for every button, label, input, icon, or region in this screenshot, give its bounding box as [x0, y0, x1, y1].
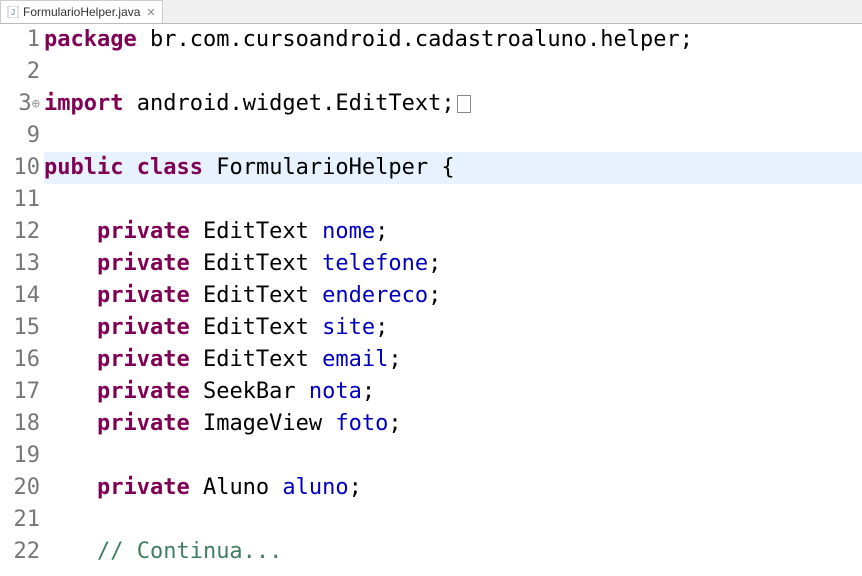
- code-line[interactable]: private SeekBar nota;: [44, 376, 862, 408]
- line-number: 22: [0, 536, 40, 568]
- code-line[interactable]: private Aluno aluno;: [44, 472, 862, 504]
- line-number: 11: [0, 184, 40, 216]
- close-icon[interactable]: ✕: [146, 6, 155, 19]
- code-line[interactable]: package br.com.cursoandroid.cadastroalun…: [44, 24, 862, 56]
- code-line[interactable]: private ImageView foto;: [44, 408, 862, 440]
- tab-filename: FormularioHelper.java: [23, 5, 140, 19]
- code-line[interactable]: [44, 440, 862, 472]
- code-line[interactable]: // Continua...: [44, 536, 862, 568]
- line-number: 16: [0, 344, 40, 376]
- fold-marker-icon[interactable]: ⊕: [32, 88, 40, 120]
- line-number: 10: [0, 152, 40, 184]
- code-line[interactable]: [44, 120, 862, 152]
- line-number-gutter: 1 2 3⊕ 9 10 11 12 13 14 15 16 17 18 19 2…: [0, 24, 42, 576]
- line-number: 15: [0, 312, 40, 344]
- line-number: 13: [0, 248, 40, 280]
- code-content[interactable]: package br.com.cursoandroid.cadastroalun…: [42, 24, 862, 576]
- code-line[interactable]: private EditText telefone;: [44, 248, 862, 280]
- code-line[interactable]: import android.widget.EditText;: [44, 88, 862, 120]
- line-number: 2: [0, 56, 40, 88]
- line-number: 12: [0, 216, 40, 248]
- code-editor[interactable]: 1 2 3⊕ 9 10 11 12 13 14 15 16 17 18 19 2…: [0, 24, 862, 576]
- line-number: 9: [0, 120, 40, 152]
- code-line[interactable]: private EditText endereco;: [44, 280, 862, 312]
- code-line[interactable]: [44, 56, 862, 88]
- code-line[interactable]: [44, 504, 862, 536]
- editor-tab[interactable]: J FormularioHelper.java ✕: [0, 0, 163, 23]
- java-file-icon: J: [7, 6, 19, 18]
- code-line[interactable]: private EditText site;: [44, 312, 862, 344]
- line-number: 3⊕: [0, 88, 40, 120]
- svg-text:J: J: [11, 8, 15, 17]
- code-line[interactable]: [44, 184, 862, 216]
- line-number: 18: [0, 408, 40, 440]
- line-number: 19: [0, 440, 40, 472]
- line-number: 17: [0, 376, 40, 408]
- tab-bar: J FormularioHelper.java ✕: [0, 0, 862, 24]
- line-number: 14: [0, 280, 40, 312]
- code-line[interactable]: private EditText nome;: [44, 216, 862, 248]
- line-number: 1: [0, 24, 40, 56]
- line-number: 20: [0, 472, 40, 504]
- code-line[interactable]: public class FormularioHelper {: [44, 152, 862, 184]
- code-line[interactable]: private EditText email;: [44, 344, 862, 376]
- folded-code-icon[interactable]: [457, 95, 471, 113]
- line-number: 21: [0, 504, 40, 536]
